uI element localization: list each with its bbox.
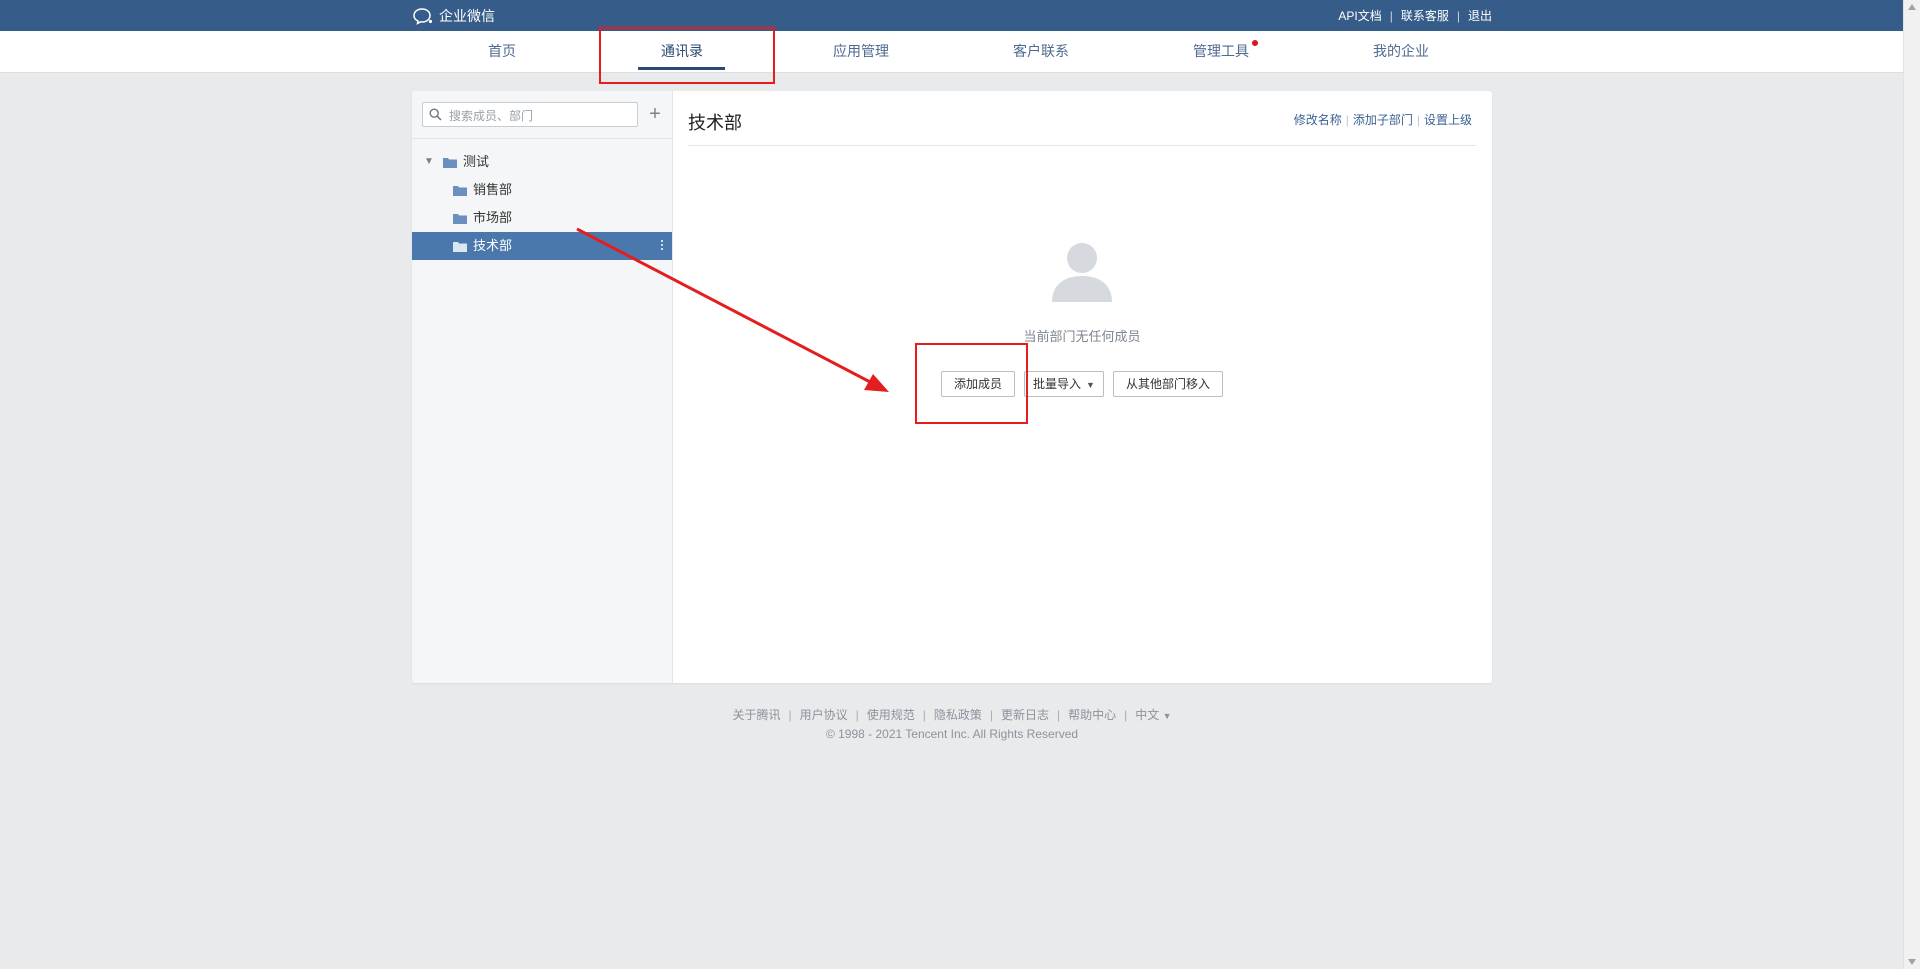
- tab-contacts[interactable]: 通讯录: [632, 31, 732, 72]
- scroll-down-icon[interactable]: [1908, 959, 1916, 965]
- tree-item-label: 技术部: [473, 238, 513, 253]
- divider: |: [1389, 8, 1393, 23]
- batch-import-label: 批量导入: [1033, 377, 1082, 391]
- footer-links: 关于腾讯 | 用户协议 | 使用规范 | 隐私政策 | 更新日志 | 帮助中心 | 中文 ▼: [0, 706, 1904, 723]
- divider: |: [1345, 112, 1349, 127]
- active-tab-indicator: [638, 67, 725, 70]
- api-docs-link[interactable]: API文档: [1338, 7, 1381, 24]
- footer-link-help[interactable]: 帮助中心: [1068, 708, 1116, 722]
- divider: [688, 145, 1476, 146]
- search-icon: [429, 108, 442, 121]
- search-box: [422, 102, 638, 127]
- set-parent-link[interactable]: 设置上级: [1424, 111, 1472, 128]
- contacts-panel: + ▼ 测试 销售部 市场部 技术部: [412, 91, 1492, 683]
- dropdown-arrow-icon: ▼: [1086, 380, 1095, 390]
- footer-link-usage-rules[interactable]: 使用规范: [867, 708, 915, 722]
- top-links: API文档 | 联系客服 | 退出: [1338, 7, 1492, 24]
- rename-link[interactable]: 修改名称: [1294, 111, 1342, 128]
- add-member-label: 添加成员: [953, 377, 1002, 391]
- more-options-icon[interactable]: [661, 240, 664, 252]
- main-nav: 首页 通讯录 应用管理 客户联系 管理工具 我的企业: [0, 31, 1920, 73]
- tab-home[interactable]: 首页: [452, 31, 552, 72]
- divider: |: [989, 708, 993, 722]
- language-label: 中文: [1135, 708, 1160, 722]
- add-icon[interactable]: +: [644, 101, 666, 127]
- logout-link[interactable]: 退出: [1468, 7, 1492, 24]
- notification-dot: [1252, 40, 1258, 46]
- add-sub-department-link[interactable]: 添加子部门: [1353, 111, 1413, 128]
- tree-item-label: 市场部: [473, 210, 513, 225]
- search-input[interactable]: [447, 105, 636, 126]
- tab-my-enterprise[interactable]: 我的企业: [1351, 31, 1451, 72]
- empty-state-text: 当前部门无任何成员: [1023, 329, 1141, 344]
- tree-item-tech[interactable]: 技术部: [412, 232, 672, 260]
- footer-link-privacy[interactable]: 隐私政策: [934, 708, 982, 722]
- department-sidebar: + ▼ 测试 销售部 市场部 技术部: [412, 91, 673, 683]
- divider: [412, 138, 672, 139]
- empty-avatar-icon: [1052, 243, 1112, 302]
- expand-arrow-icon[interactable]: ▼: [424, 148, 434, 176]
- tab-customer-contact[interactable]: 客户联系: [991, 31, 1091, 72]
- divider: |: [922, 708, 926, 722]
- language-selector[interactable]: 中文 ▼: [1135, 708, 1171, 722]
- tree-item-marketing[interactable]: 市场部: [412, 204, 672, 232]
- page-scrollbar[interactable]: [1903, 0, 1920, 969]
- divider: |: [1416, 112, 1420, 127]
- dropdown-arrow-icon: ▼: [1162, 711, 1172, 721]
- add-member-button[interactable]: 添加成员: [941, 371, 1015, 397]
- tab-app-management[interactable]: 应用管理: [811, 31, 911, 72]
- folder-icon: [443, 158, 457, 168]
- department-actions: 修改名称 | 添加子部门 | 设置上级: [1294, 111, 1472, 128]
- batch-import-button[interactable]: 批量导入 ▼: [1024, 371, 1104, 397]
- footer-link-user-agreement[interactable]: 用户协议: [800, 708, 848, 722]
- brand-logo[interactable]: 企业微信: [412, 6, 495, 26]
- wecom-logo-icon: [413, 8, 433, 25]
- tree-item-sales[interactable]: 销售部: [412, 176, 672, 204]
- divider: |: [788, 708, 792, 722]
- divider: |: [855, 708, 859, 722]
- move-from-other-label: 从其他部门移入: [1125, 377, 1210, 391]
- folder-icon: [453, 186, 467, 196]
- tab-management-tools[interactable]: 管理工具: [1171, 31, 1271, 72]
- footer-link-about[interactable]: 关于腾讯: [732, 708, 780, 722]
- scroll-up-icon[interactable]: [1908, 4, 1916, 10]
- divider: |: [1124, 708, 1128, 722]
- move-from-other-dept-button[interactable]: 从其他部门移入: [1113, 371, 1223, 397]
- divider: |: [1456, 8, 1460, 23]
- tree-item-root[interactable]: ▼ 测试: [412, 148, 672, 176]
- tree-item-label: 销售部: [473, 182, 513, 197]
- folder-icon: [453, 214, 467, 224]
- copyright: © 1998 - 2021 Tencent Inc. All Rights Re…: [825, 727, 1079, 741]
- brand-name: 企业微信: [439, 8, 495, 24]
- department-title: 技术部: [688, 113, 742, 133]
- footer-link-changelog[interactable]: 更新日志: [1001, 708, 1049, 722]
- top-bar: 企业微信 API文档 | 联系客服 | 退出: [0, 0, 1920, 31]
- folder-icon: [453, 242, 467, 252]
- divider: |: [1057, 708, 1061, 722]
- contact-support-link[interactable]: 联系客服: [1401, 7, 1449, 24]
- tree-item-label: 测试: [463, 154, 490, 169]
